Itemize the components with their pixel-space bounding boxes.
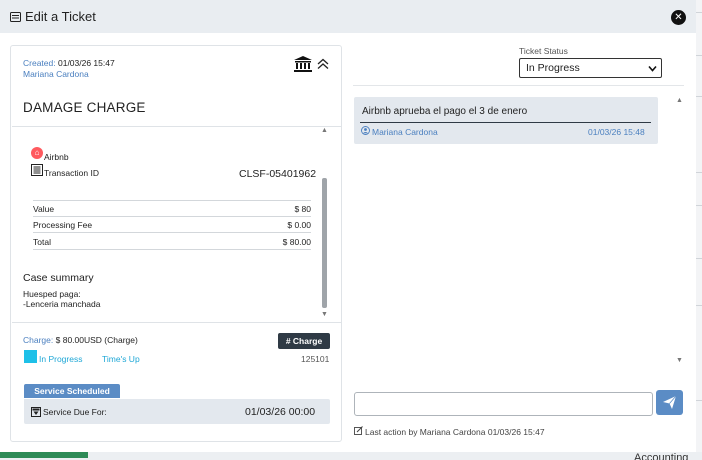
edit-icon [354, 426, 363, 435]
last-action-text: Last action by Mariana Cardona 01/03/26 … [365, 427, 545, 437]
background-green-bar [0, 452, 88, 458]
reply-input[interactable] [354, 392, 653, 416]
ticket-icon [10, 11, 21, 22]
bank-icon[interactable] [293, 55, 313, 73]
charge-info: Charge: $ 80.00USD (Charge) [23, 335, 138, 345]
chevron-down-icon [648, 65, 657, 72]
fee-divider [33, 232, 311, 233]
fee-label: Processing Fee [33, 220, 93, 230]
service-due-date[interactable]: 01/03/26 00:00 [245, 406, 315, 418]
times-up-link[interactable]: Time's Up [102, 354, 140, 364]
fee-label: Value [33, 204, 55, 214]
message-text: Airbnb aprueba el pago el 3 de enero [362, 106, 528, 117]
ticket-status-value: In Progress [526, 62, 580, 74]
details-scrollbar[interactable] [322, 178, 327, 308]
ticket-details-card: Created: 01/03/26 15:47 Mariana Cardona … [10, 45, 342, 442]
created-info: Created: 01/03/26 15:47 Mariana Cardona [23, 58, 115, 80]
message-author: Mariana Cardona [372, 127, 438, 137]
status-color-swatch [24, 350, 37, 363]
ticket-status-label: Ticket Status [519, 46, 568, 56]
fee-label: Total [33, 237, 51, 247]
service-due-label: Service Due For: [43, 407, 107, 417]
ticket-status-select[interactable]: In Progress [519, 58, 662, 78]
chevron-up-icon[interactable] [317, 58, 329, 70]
scroll-up-icon[interactable]: ▲ [321, 127, 328, 134]
fee-row-total: Total $ 80.00 [33, 237, 311, 247]
background-accounting-label: Accounting [634, 452, 689, 460]
airbnb-logo-icon: ⌂ [31, 147, 43, 159]
close-icon: ✕ [674, 12, 683, 23]
fee-row-processing: Processing Fee $ 0.00 [33, 220, 311, 230]
ticket-number: 125101 [301, 354, 330, 364]
fee-amount: $ 0.00 [287, 220, 311, 230]
created-value: 01/03/26 15:47 [57, 58, 115, 68]
receipt-icon [31, 164, 43, 176]
service-due-box: Service Due For: 01/03/26 00:00 [24, 399, 330, 424]
close-button[interactable]: ✕ [671, 10, 686, 25]
right-divider [353, 85, 684, 86]
fee-amount: $ 80.00 [282, 237, 311, 247]
thread-scroll-up-icon[interactable]: ▲ [676, 97, 683, 104]
fee-divider [33, 249, 311, 250]
fee-divider [33, 216, 311, 217]
service-scheduled-tab: Service Scheduled [24, 384, 120, 398]
message-time: 01/03/26 15:48 [588, 127, 645, 137]
dropdown-box-icon[interactable] [31, 407, 41, 417]
transaction-id-label: Transaction ID [44, 168, 99, 178]
modal-header: Edit a Ticket [0, 0, 696, 33]
user-circle-icon [361, 126, 370, 135]
modal-title: Edit a Ticket [25, 9, 96, 24]
section-divider [12, 126, 342, 127]
charge-button[interactable]: # Charge [278, 333, 330, 349]
created-by: Mariana Cardona [23, 69, 89, 79]
progress-status-link[interactable]: In Progress [39, 354, 82, 364]
send-button[interactable] [656, 390, 683, 415]
case-summary-title: Case summary [23, 272, 94, 284]
fee-divider [33, 200, 311, 201]
created-label: Created: [23, 58, 56, 68]
ticket-type-title: DAMAGE CHARGE [23, 100, 146, 115]
source-name: Airbnb [44, 152, 69, 162]
charge-value: $ 80.00USD (Charge) [55, 335, 138, 345]
scroll-down-icon[interactable]: ▼ [321, 311, 328, 318]
send-icon [663, 395, 677, 409]
thread-scroll-down-icon[interactable]: ▼ [676, 357, 683, 364]
fee-row-value: Value $ 80 [33, 204, 311, 214]
edit-ticket-modal: Edit a Ticket ✕ Created: 01/03/26 15:47 … [0, 0, 696, 452]
charge-label: Charge: [23, 335, 54, 345]
transaction-id-value: CLSF-05401962 [239, 168, 317, 180]
message-divider [360, 122, 651, 123]
thread-message: Airbnb aprueba el pago el 3 de enero Mar… [354, 97, 658, 144]
background-footer [0, 452, 702, 460]
fee-amount: $ 80 [294, 204, 311, 214]
section-divider [12, 322, 342, 323]
case-summary-text: Huesped paga: -Lenceria manchada [23, 289, 101, 309]
